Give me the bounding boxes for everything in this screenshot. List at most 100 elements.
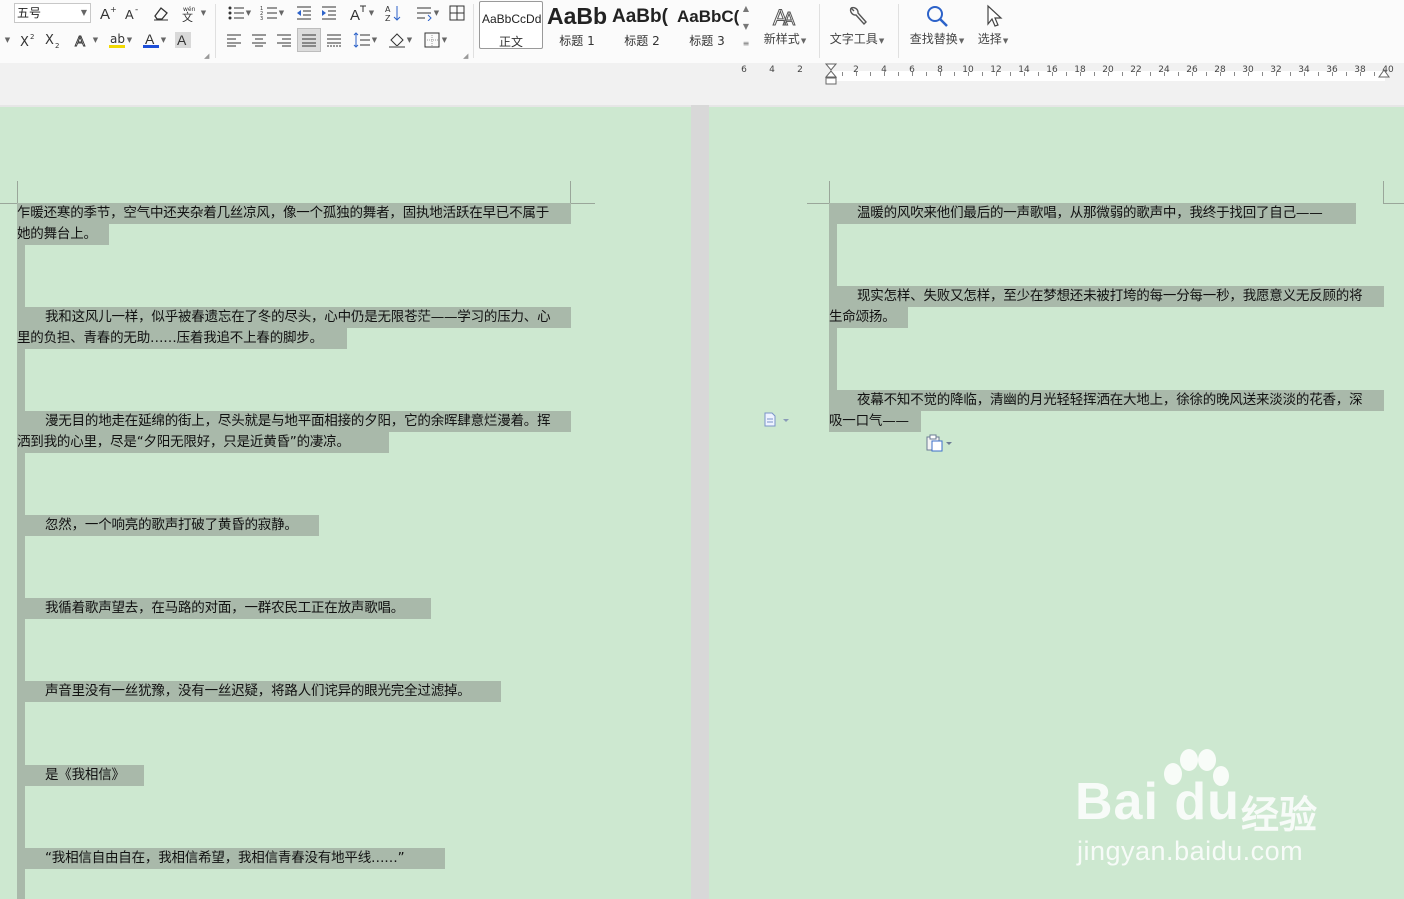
text-line[interactable]: 漫无目的地走在延绵的街上，尽头就是与地平面相接的夕阳，它的余晖肆意烂漫着。挥 <box>17 411 571 432</box>
ruler-tick <box>1178 72 1179 76</box>
text-line[interactable]: 是《我相信》 <box>17 765 144 786</box>
ruler-tick <box>954 72 955 76</box>
find-replace-button[interactable]: 查找替换▼ <box>906 2 968 50</box>
justify-icon <box>302 34 316 47</box>
ruler-tick <box>1360 72 1361 76</box>
increase-indent-button[interactable] <box>319 3 339 23</box>
paste-options-button[interactable] <box>925 434 955 456</box>
borders-button[interactable]: ▼ <box>420 30 450 50</box>
grow-font-button[interactable]: A + <box>98 3 118 23</box>
clipboard-icon <box>926 434 952 452</box>
svg-text:ab: ab <box>110 32 125 46</box>
ruler-tick <box>1010 72 1011 76</box>
text-line[interactable]: 温暖的风吹来他们最后的一声歌唱，从那微弱的歌声中，我终于找回了自己—— <box>829 203 1356 224</box>
style-gallery-scroll[interactable]: ▲ ▼ ≡ <box>740 4 752 48</box>
font-color-button[interactable]: A ▼ <box>140 30 168 50</box>
ruler-tick <box>1066 72 1067 76</box>
text-line[interactable]: 里的负担、青春的无助……压着我追不上春的脚步。 <box>17 328 347 349</box>
shading-button[interactable]: ▼ <box>385 30 415 50</box>
sort-button[interactable]: AZ <box>383 3 403 23</box>
text-direction-button[interactable]: A ▼ <box>346 3 376 23</box>
distribute-icon <box>327 34 341 47</box>
style-normal-preview: AaBbCcDd <box>482 12 542 26</box>
ruler-tick <box>912 72 913 76</box>
text-line[interactable]: 我和这风儿一样，似乎被春遗忘在了冬的尽头，心中仍是无限苍茫——学习的压力、心 <box>17 307 571 328</box>
text-line[interactable]: 她的舞台上。 <box>17 224 109 245</box>
paragraph-dialog-launcher-icon[interactable]: ◢ <box>463 52 468 60</box>
svg-text:X: X <box>45 33 54 48</box>
shrink-font-icon: A- <box>125 5 138 21</box>
decrease-indent-icon <box>297 6 311 20</box>
ruler-tick <box>1080 72 1081 76</box>
svg-text:2: 2 <box>55 42 59 48</box>
distribute-button[interactable] <box>324 30 344 50</box>
text-effect-button[interactable]: A ▼ <box>72 30 100 50</box>
text-line[interactable]: 声音里没有一丝犹豫，没有一丝迟疑，将路人们诧异的眼光完全过滤掉。 <box>17 681 501 702</box>
svg-text:文: 文 <box>182 10 193 22</box>
line-spacing-icon <box>416 7 432 21</box>
chevron-up-icon[interactable]: ▲ <box>743 4 749 13</box>
table-layout-button[interactable] <box>447 3 467 23</box>
text-line[interactable]: 洒到我的心里，尽是“夕阳无限好，只是近黄昏”的凄凉。 <box>17 432 389 453</box>
ruler-tick <box>1332 72 1333 76</box>
watermark-cn-text: 经验 <box>1241 793 1318 837</box>
highlight-button[interactable]: ab ▼ <box>105 30 135 50</box>
chevron-down-icon[interactable]: ▼ <box>743 22 749 31</box>
text-tools-button[interactable]: 文字工具▼ <box>826 2 888 50</box>
text-line[interactable]: 乍暖还寒的季节，空气中还夹杂着几丝凉风，像一个孤独的舞者，固执地活跃在早已不属于 <box>17 203 571 224</box>
crop-mark <box>1383 181 1384 203</box>
paragraph-spacing-button[interactable]: ▼ <box>350 30 380 50</box>
line-spacing-button[interactable]: ▼ <box>412 3 442 23</box>
superscript-button[interactable]: X2 <box>18 30 38 50</box>
text-line[interactable]: “我相信自由自在，我相信希望，我相信青春没有地平线……” <box>17 848 445 869</box>
superscript-icon: X2 <box>20 33 34 48</box>
clear-format-button[interactable] <box>151 3 171 23</box>
format-more-button[interactable]: ▼ <box>0 30 14 50</box>
text-line[interactable]: 我循着歌声望去，在马路的对面，一群农民工正在放声歌唱。 <box>17 598 431 619</box>
align-right-button[interactable] <box>274 30 294 50</box>
ruler-tick <box>1052 72 1053 76</box>
paragraph-options-button[interactable] <box>763 412 791 432</box>
crop-mark <box>1383 203 1404 204</box>
page-gap <box>691 105 709 899</box>
ruler-tick <box>1094 72 1095 76</box>
text-line[interactable]: 忽然，一个响亮的歌声打破了黄昏的寂静。 <box>17 515 319 536</box>
shrink-font-button[interactable]: A- <box>123 3 143 23</box>
indent-marker-icon[interactable] <box>825 63 837 85</box>
right-indent-marker-icon[interactable] <box>1378 69 1390 79</box>
ruler-tick <box>1038 72 1039 76</box>
svg-text:A: A <box>783 9 795 28</box>
align-center-icon <box>252 34 266 47</box>
text-line[interactable]: 生命颂扬。 <box>829 307 908 328</box>
style-heading-1[interactable]: AaBb 标题 1 <box>545 1 609 49</box>
eraser-icon <box>154 7 168 21</box>
font-size-select[interactable]: 五号 ▼ <box>14 3 91 23</box>
svg-text:A: A <box>350 7 360 22</box>
align-left-icon <box>227 34 241 47</box>
ruler-tick <box>1290 72 1291 76</box>
style-heading-3[interactable]: AaBbC( 标题 3 <box>675 1 739 49</box>
text-line[interactable]: 吸一口气—— <box>829 411 921 432</box>
font-dialog-launcher-icon[interactable]: ◢ <box>204 52 209 60</box>
numbered-list-button[interactable]: 1 2 3 ▼ <box>257 3 287 23</box>
text-line[interactable]: 夜幕不知不觉的降临，清幽的月光轻轻挥洒在大地上，徐徐的晚风送来淡淡的花香，深 <box>829 390 1384 411</box>
char-shading-button[interactable]: A <box>173 30 193 50</box>
horizontal-ruler[interactable]: 6 4 2 2 4 6 8 10 12 14 16 18 20 22 24 26 28 30 32 34 36 38 40 <box>0 63 1404 105</box>
ruler-tick <box>968 72 969 76</box>
style-heading-2[interactable]: AaBb( 标题 2 <box>610 1 674 49</box>
new-style-button[interactable]: AA 新样式▼ <box>760 2 810 50</box>
pinyin-button[interactable]: wén 文 ▼ <box>178 3 208 23</box>
gallery-expand-icon[interactable]: ≡ <box>743 39 750 48</box>
ruler-tick <box>884 72 885 76</box>
sort-icon: AZ <box>385 5 401 22</box>
text-line[interactable]: 现实怎样、失败又怎样，至少在梦想还未被打垮的每一分每一秒，我愿意义无反顾的将 <box>829 286 1384 307</box>
align-left-button[interactable] <box>224 30 244 50</box>
subscript-button[interactable]: X2 <box>43 30 63 50</box>
bullet-list-button[interactable]: ▼ <box>224 3 254 23</box>
align-center-button[interactable] <box>249 30 269 50</box>
select-button[interactable]: 选择▼ <box>973 2 1013 50</box>
style-normal[interactable]: AaBbCcDd 正文 <box>479 1 543 49</box>
justify-button[interactable] <box>297 28 321 52</box>
document-page-left[interactable]: 乍暖还寒的季节，空气中还夹杂着几丝凉风，像一个孤独的舞者，固执地活跃在早已不属于… <box>0 107 691 899</box>
decrease-indent-button[interactable] <box>294 3 314 23</box>
